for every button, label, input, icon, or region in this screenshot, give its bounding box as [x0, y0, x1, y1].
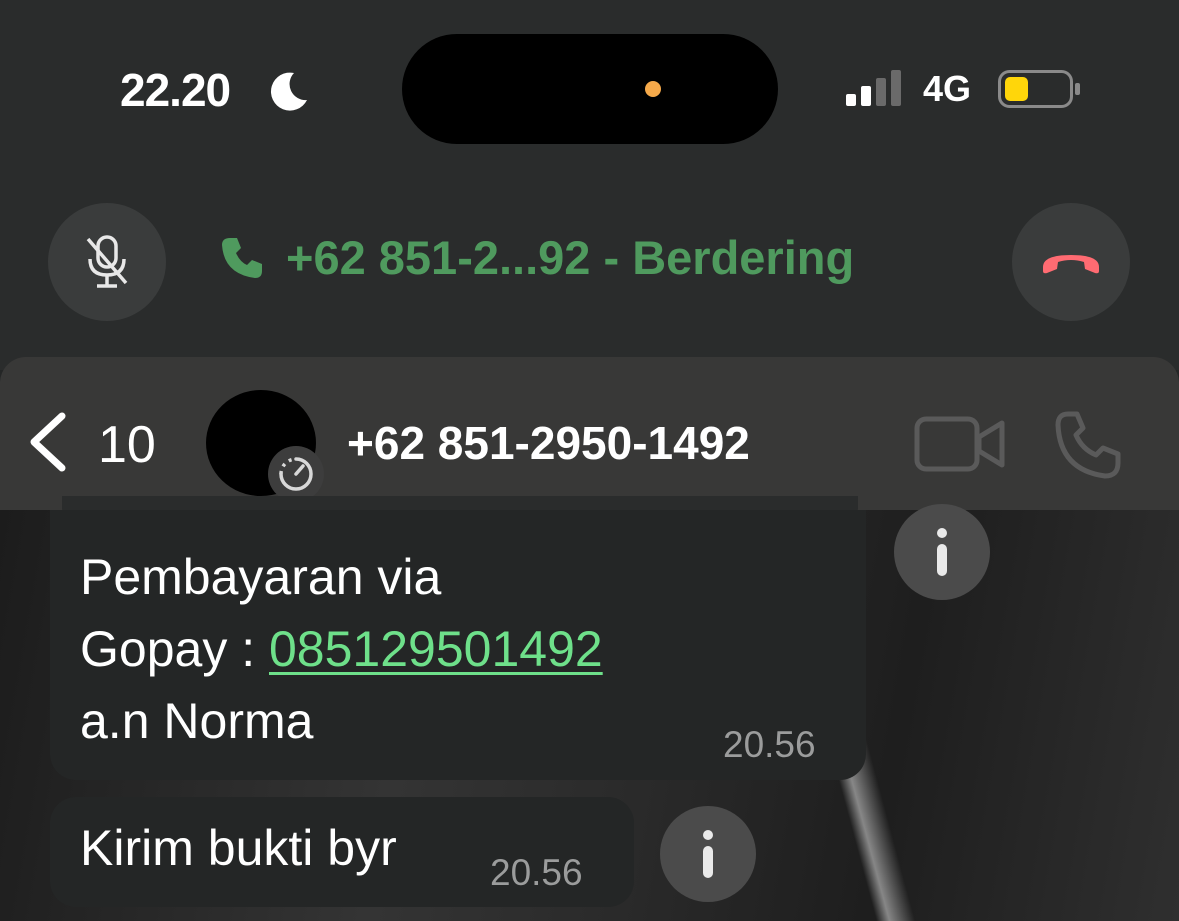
back-chevron-icon[interactable]	[26, 410, 70, 474]
end-call-icon	[1043, 255, 1099, 274]
cellular-signal-icon	[846, 70, 901, 106]
battery-low-icon	[998, 70, 1080, 108]
contact-name[interactable]: +62 851-2950-1492	[347, 416, 750, 470]
phone-number-link[interactable]: 085129501492	[269, 621, 603, 677]
message-info-button[interactable]	[660, 806, 756, 902]
mic-muted-icon	[86, 235, 128, 288]
message-text: Kirim bukti byr	[80, 820, 397, 876]
message-timestamp: 20.56	[723, 724, 816, 765]
privacy-indicator-dot	[645, 81, 661, 97]
message-text: Gopay :	[80, 621, 269, 677]
video-call-icon[interactable]	[914, 413, 1006, 475]
call-status-link[interactable]: +62 851-2...92 - Berdering	[218, 230, 854, 285]
voice-call-icon[interactable]	[1052, 408, 1126, 482]
end-call-button[interactable]	[1012, 203, 1130, 321]
message-line: Pembayaran via	[80, 549, 442, 605]
dynamic-island	[402, 34, 778, 144]
moon-icon	[270, 72, 307, 111]
back-unread-count[interactable]: 10	[98, 415, 156, 475]
disappearing-timer-icon	[268, 446, 324, 502]
message-line: Gopay : 085129501492	[80, 613, 603, 685]
phone-icon	[222, 237, 262, 278]
message-info-button[interactable]	[894, 504, 990, 600]
call-status-text: +62 851-2...92 - Berdering	[286, 231, 855, 284]
message-line: a.n Norma	[80, 693, 314, 749]
info-icon	[937, 528, 947, 576]
whatsapp-chat-screen: 22.20 4G +62 851-2...92 - Berdering 10 +…	[0, 0, 1179, 921]
status-time: 22.20	[120, 64, 231, 116]
network-type: 4G	[923, 68, 972, 109]
message-timestamp: 20.56	[490, 852, 583, 893]
info-icon	[703, 830, 713, 878]
mute-button[interactable]	[48, 203, 166, 321]
